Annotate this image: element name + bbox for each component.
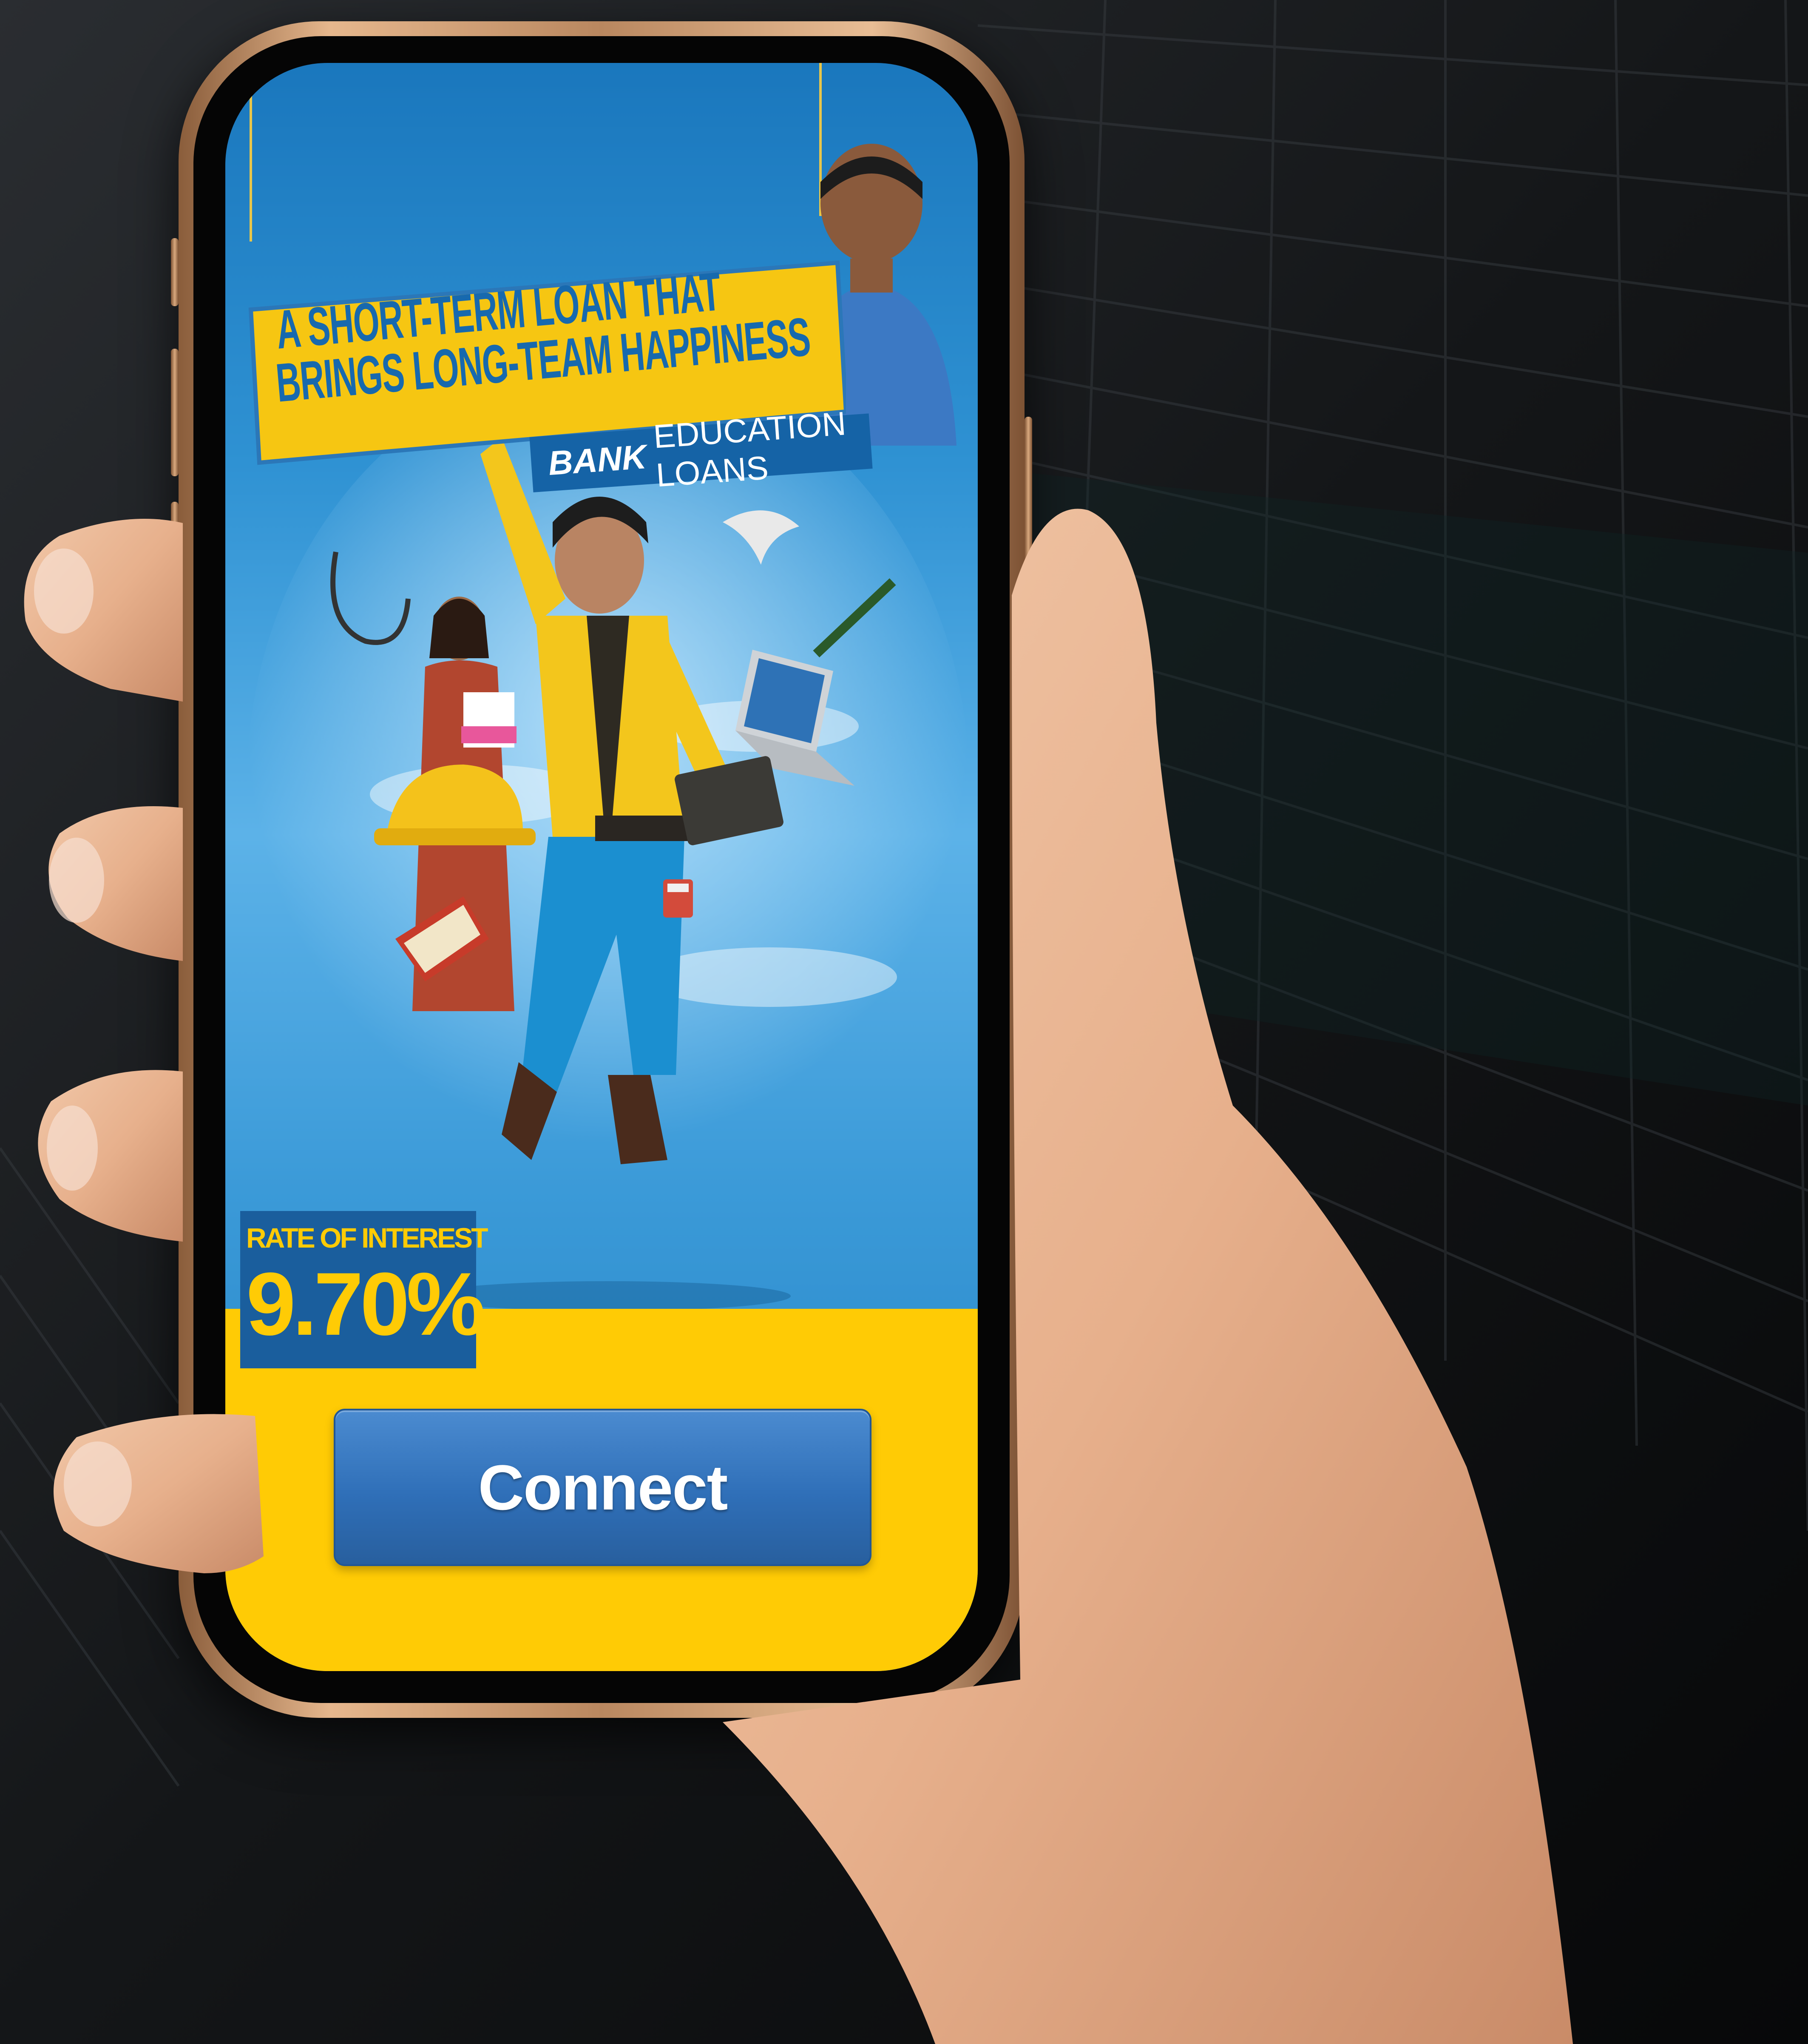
calculator-illustration xyxy=(663,879,693,918)
phone-volume-up xyxy=(171,349,179,476)
connect-button[interactable]: Connect xyxy=(334,1409,871,1566)
interest-rate-badge: RATE OF INTEREST 9.70% xyxy=(240,1211,488,1368)
scene: A SHORT-TERM LOAN THAT BRINGS LONG-TEAM … xyxy=(0,0,1808,2044)
brand-product: EDUCATION LOANS xyxy=(652,404,847,494)
brand-name: BANK xyxy=(547,438,648,483)
connect-button-label: Connect xyxy=(478,1451,728,1523)
phone-power-button xyxy=(1025,417,1032,612)
phone-volume-down xyxy=(171,502,179,629)
phone-screen: A SHORT-TERM LOAN THAT BRINGS LONG-TEAM … xyxy=(225,63,978,1671)
phone-mute-switch xyxy=(171,238,179,306)
interest-rate-value: 9.70% xyxy=(246,1254,485,1354)
interest-rate-label: RATE OF INTEREST xyxy=(246,1222,488,1254)
